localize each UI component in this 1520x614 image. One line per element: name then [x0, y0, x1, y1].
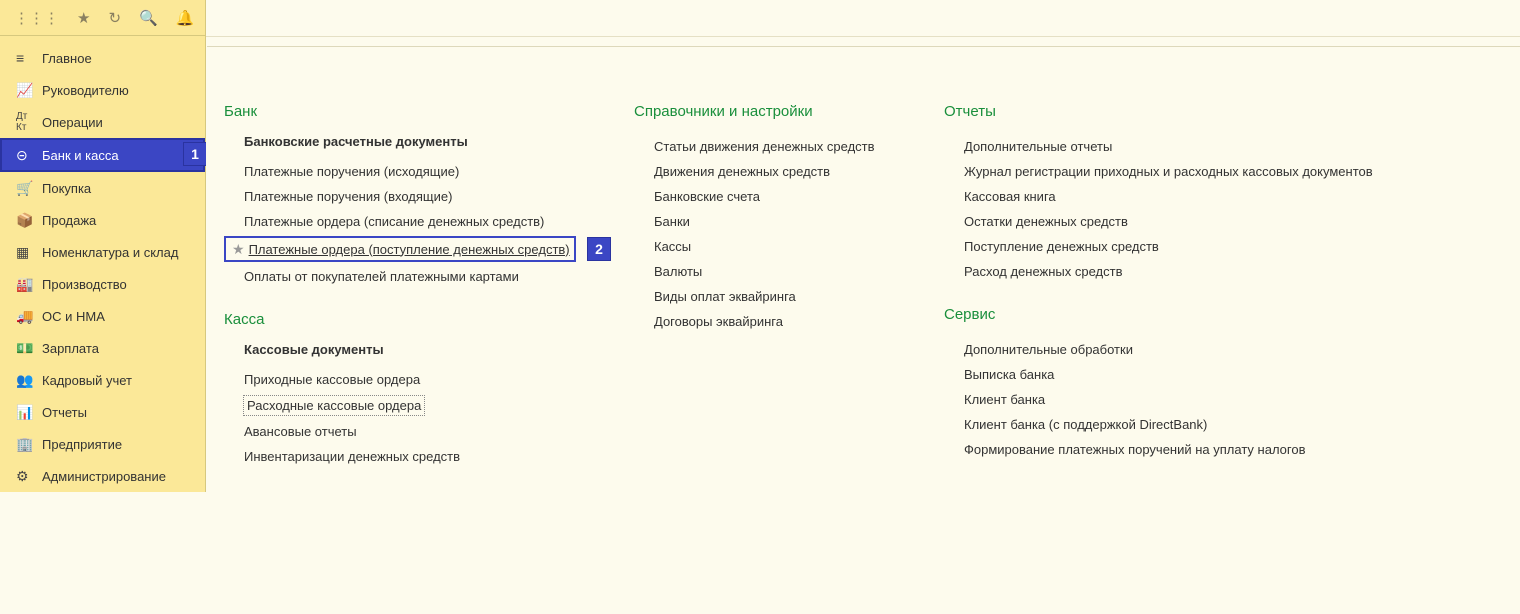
bars-icon: 📊 — [16, 404, 42, 421]
link-cash-journal[interactable]: Журнал регистрации приходных и расходных… — [944, 159, 1384, 184]
link-card-payments[interactable]: Оплаты от покупателей платежными картами — [224, 264, 594, 289]
group-title-bank-docs: Банковские расчетные документы — [244, 134, 594, 149]
toolbar: ⋮⋮⋮ ★ ↻ 🔍 🔔 — [0, 0, 206, 36]
sidebar-item-sale[interactable]: 📦 Продажа — [0, 204, 205, 236]
sidebar-item-assets[interactable]: 🚚 ОС и НМА — [0, 300, 205, 332]
main-area: ≡ Главное 📈 Руководителю ДтКт Операции ⊝… — [0, 36, 1520, 492]
money-icon: 💵 — [16, 340, 42, 357]
link-advance-reports[interactable]: Авансовые отчеты — [224, 419, 594, 444]
package-icon: 📦 — [16, 212, 42, 229]
column-reports-service: Отчеты Дополнительные отчеты Журнал реги… — [944, 97, 1384, 469]
link-extra-reports[interactable]: Дополнительные отчеты — [944, 134, 1384, 159]
search-icon[interactable]: 🔍 — [139, 9, 158, 27]
sidebar-label: Операции — [42, 115, 103, 130]
favorite-star-icon[interactable]: ★ — [232, 241, 245, 258]
sidebar-label: Банк и касса — [42, 148, 119, 163]
highlighted-link-text: Платежные ордера (поступление денежных с… — [249, 242, 574, 257]
sidebar-item-operations[interactable]: ДтКт Операции — [0, 106, 205, 138]
chart-up-icon: 📈 — [16, 82, 42, 99]
link-banks[interactable]: Банки — [634, 209, 904, 234]
sidebar-item-reports[interactable]: 📊 Отчеты — [0, 396, 205, 428]
link-bank-client[interactable]: Клиент банка — [944, 387, 1384, 412]
highlight-badge-1: 1 — [183, 142, 207, 166]
wallet-icon: ⊝ — [16, 147, 42, 164]
app-shell: ⋮⋮⋮ ★ ↻ 🔍 🔔 ≡ Главное 📈 Руководителю ДтК… — [0, 0, 1520, 492]
people-icon: 👥 — [16, 372, 42, 389]
menu-icon: ≡ — [16, 50, 42, 66]
sidebar-label: ОС и НМА — [42, 309, 105, 324]
gear-icon: ⚙ — [16, 468, 42, 485]
link-payment-incoming[interactable]: Платежные поручения (входящие) — [224, 184, 594, 209]
content-panel: Банк Банковские расчетные документы Плат… — [206, 36, 1520, 492]
grid-icon: ▦ — [16, 244, 42, 261]
sidebar-label: Продажа — [42, 213, 96, 228]
sidebar-item-manufacturing[interactable]: 🏭 Производство — [0, 268, 205, 300]
link-acquiring-contracts[interactable]: Договоры эквайринга — [634, 309, 904, 334]
link-cashflow-movements[interactable]: Движения денежных средств — [634, 159, 904, 184]
content-divider — [207, 37, 1520, 47]
link-currencies[interactable]: Валюты — [634, 259, 904, 284]
link-extra-processing[interactable]: Дополнительные обработки — [944, 337, 1384, 362]
sidebar-item-enterprise[interactable]: 🏢 Предприятие — [0, 428, 205, 460]
link-payment-outgoing[interactable]: Платежные поручения (исходящие) — [224, 159, 594, 184]
truck-icon: 🚚 — [16, 308, 42, 325]
star-icon[interactable]: ★ — [77, 9, 90, 27]
factory-icon: 🏭 — [16, 276, 42, 293]
link-cashdesks[interactable]: Кассы — [634, 234, 904, 259]
sidebar-label: Администрирование — [42, 469, 166, 484]
sidebar-item-purchase[interactable]: 🛒 Покупка — [0, 172, 205, 204]
sidebar-item-salary[interactable]: 💵 Зарплата — [0, 332, 205, 364]
section-title-service: Сервис — [944, 306, 1384, 323]
section-title-bank: Банк — [224, 103, 594, 120]
building-icon: 🏢 — [16, 436, 42, 453]
group-title-kassa-docs: Кассовые документы — [244, 342, 594, 357]
link-cash-inventory[interactable]: Инвентаризации денежных средств — [224, 444, 594, 469]
sidebar: ≡ Главное 📈 Руководителю ДтКт Операции ⊝… — [0, 36, 206, 492]
sidebar-item-bank-cash[interactable]: ⊝ Банк и касса — [0, 138, 205, 172]
link-bank-statement[interactable]: Выписка банка — [944, 362, 1384, 387]
link-bank-client-directbank[interactable]: Клиент банка (с поддержкой DirectBank) — [944, 412, 1384, 437]
sidebar-label: Покупка — [42, 181, 91, 196]
link-cashflow-articles[interactable]: Статьи движения денежных средств — [634, 134, 904, 159]
sidebar-item-hr[interactable]: 👥 Кадровый учет — [0, 364, 205, 396]
link-cash-receipt[interactable]: Приходные кассовые ордера — [224, 367, 594, 392]
link-payment-order-receipt-highlighted[interactable]: ★ Платежные ордера (поступление денежных… — [224, 236, 576, 262]
link-cash-balances[interactable]: Остатки денежных средств — [944, 209, 1384, 234]
section-title-reports: Отчеты — [944, 103, 1384, 120]
operations-icon: ДтКт — [16, 111, 42, 133]
cart-icon: 🛒 — [16, 180, 42, 197]
sidebar-label: Отчеты — [42, 405, 87, 420]
bell-icon[interactable]: 🔔 — [176, 9, 195, 27]
column-reference: Справочники и настройки Статьи движения … — [634, 97, 904, 469]
section-title-reference: Справочники и настройки — [634, 103, 904, 120]
sidebar-label: Зарплата — [42, 341, 99, 356]
column-bank-kassa: Банк Банковские расчетные документы Плат… — [224, 97, 594, 469]
sidebar-item-stock[interactable]: ▦ Номенклатура и склад — [0, 236, 205, 268]
section-title-kassa: Касса — [224, 311, 594, 328]
apps-icon[interactable]: ⋮⋮⋮ — [14, 9, 59, 27]
link-bank-accounts[interactable]: Банковские счета — [634, 184, 904, 209]
sidebar-item-main[interactable]: ≡ Главное — [0, 42, 205, 74]
link-cash-income[interactable]: Поступление денежных средств — [944, 234, 1384, 259]
link-payment-order-withdraw[interactable]: Платежные ордера (списание денежных сред… — [224, 209, 594, 234]
sidebar-label: Предприятие — [42, 437, 122, 452]
content-columns: Банк Банковские расчетные документы Плат… — [224, 97, 1520, 469]
link-cash-expense-focused[interactable]: Расходные кассовые ордера — [243, 395, 425, 416]
sidebar-item-manager[interactable]: 📈 Руководителю — [0, 74, 205, 106]
link-cash-expense[interactable]: Расход денежных средств — [944, 259, 1384, 284]
sidebar-label: Кадровый учет — [42, 373, 132, 388]
sidebar-label: Руководителю — [42, 83, 129, 98]
sidebar-label: Номенклатура и склад — [42, 245, 178, 260]
history-icon[interactable]: ↻ — [108, 9, 121, 27]
sidebar-label: Главное — [42, 51, 92, 66]
link-tax-payment-forming[interactable]: Формирование платежных поручений на упла… — [944, 437, 1384, 462]
highlight-badge-2: 2 — [587, 237, 611, 261]
sidebar-label: Производство — [42, 277, 127, 292]
link-acquiring-types[interactable]: Виды оплат эквайринга — [634, 284, 904, 309]
sidebar-item-admin[interactable]: ⚙ Администрирование — [0, 460, 205, 492]
link-cash-book[interactable]: Кассовая книга — [944, 184, 1384, 209]
